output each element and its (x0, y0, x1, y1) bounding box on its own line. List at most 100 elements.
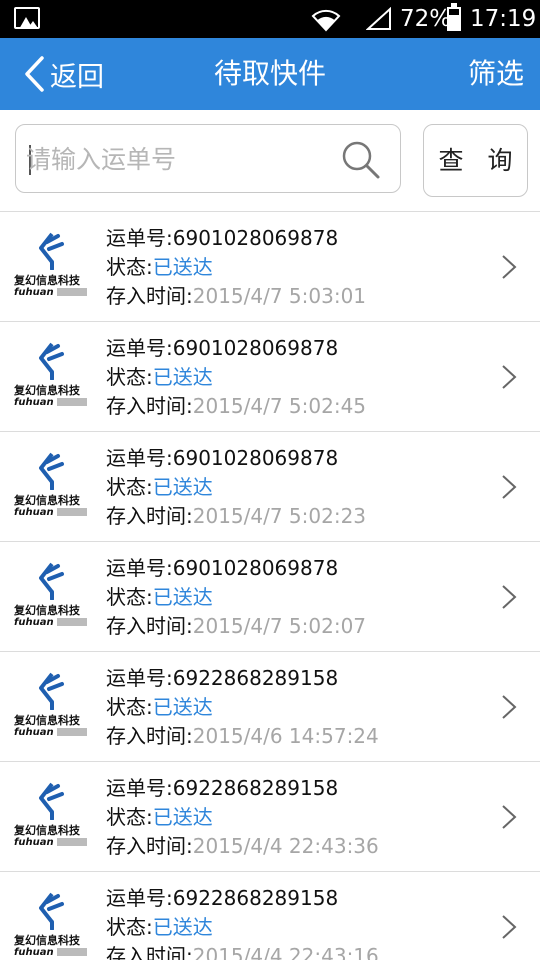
list-item[interactable]: 复幻信息科技 fuhuan 运单号:6901028069878 状态:已送达 存… (0, 431, 540, 541)
back-label: 返回 (50, 61, 104, 93)
brand-logo: 复幻信息科技 fuhuan (14, 782, 90, 852)
time-line: 存入时间:2015/4/7 5:03:01 (106, 284, 367, 308)
waybill-line: 运单号:6901028069878 (106, 336, 339, 360)
back-button[interactable]: 返回 (22, 38, 104, 110)
brand-name-en: fuhuan (14, 837, 90, 848)
brand-name-en: fuhuan (14, 507, 90, 518)
time-line: 存入时间:2015/4/6 14:57:24 (106, 724, 379, 748)
brand-name-cn: 复幻信息科技 (14, 934, 80, 947)
chevron-right-icon (502, 585, 517, 609)
list-item[interactable]: 复幻信息科技 fuhuan 运单号:6922868289158 状态:已送达 存… (0, 651, 540, 761)
list-item[interactable]: 复幻信息科技 fuhuan 运单号:6922868289158 状态:已送达 存… (0, 871, 540, 960)
status-value: 已送达 (152, 365, 213, 389)
brand-name-cn: 复幻信息科技 (14, 494, 80, 507)
query-button[interactable]: 查 询 (423, 124, 528, 197)
time-value: 2015/4/7 5:02:07 (192, 614, 367, 638)
clock: 17:19 (470, 6, 537, 32)
brand-logo: 复幻信息科技 fuhuan (14, 672, 90, 742)
brand-name-en: fuhuan (14, 727, 90, 738)
waybill-number: 6901028069878 (172, 446, 339, 470)
list-item[interactable]: 复幻信息科技 fuhuan 运单号:6901028069878 状态:已送达 存… (0, 211, 540, 321)
waybill-line: 运单号:6901028069878 (106, 226, 339, 250)
status-line: 状态:已送达 (106, 805, 213, 829)
status-line: 状态:已送达 (106, 695, 213, 719)
time-line: 存入时间:2015/4/4 22:43:36 (106, 834, 379, 858)
search-box (15, 124, 401, 193)
item-details: 运单号:6901028069878 状态:已送达 存入时间:2015/4/7 5… (106, 224, 366, 311)
chevron-right-icon (502, 365, 517, 389)
waybill-line: 运单号:6922868289158 (106, 886, 339, 910)
time-line: 存入时间:2015/4/7 5:02:45 (106, 394, 367, 418)
fuhuan-logo-icon (39, 232, 64, 270)
status-line: 状态:已送达 (106, 915, 213, 939)
search-icon[interactable] (341, 140, 381, 180)
brand-name-en: fuhuan (14, 617, 90, 628)
list-item[interactable]: 复幻信息科技 fuhuan 运单号:6922868289158 状态:已送达 存… (0, 761, 540, 871)
status-value: 已送达 (152, 915, 213, 939)
item-details: 运单号:6901028069878 状态:已送达 存入时间:2015/4/7 5… (106, 554, 366, 641)
item-details: 运单号:6901028069878 状态:已送达 存入时间:2015/4/7 5… (106, 444, 366, 531)
status-value: 已送达 (152, 585, 213, 609)
time-line: 存入时间:2015/4/4 22:43:16 (106, 942, 379, 960)
chevron-right-icon (502, 255, 517, 279)
status-line: 状态:已送达 (106, 475, 213, 499)
chevron-right-icon (502, 695, 517, 719)
status-line: 状态:已送达 (106, 585, 213, 609)
waybill-number: 6901028069878 (172, 226, 339, 250)
status-line: 状态:已送达 (106, 365, 213, 389)
brand-logo: 复幻信息科技 fuhuan (14, 342, 90, 412)
brand-logo: 复幻信息科技 fuhuan (14, 452, 90, 522)
battery-icon (447, 3, 461, 31)
status-line: 状态:已送达 (106, 255, 213, 279)
nav-bar: 返回 待取快件 筛选 (0, 38, 540, 110)
list-item[interactable]: 复幻信息科技 fuhuan 运单号:6901028069878 状态:已送达 存… (0, 321, 540, 431)
waybill-number: 6922868289158 (172, 666, 339, 690)
item-details: 运单号:6922868289158 状态:已送达 存入时间:2015/4/4 2… (106, 774, 379, 861)
waybill-number: 6922868289158 (172, 776, 339, 800)
waybill-number: 6922868289158 (172, 886, 339, 910)
time-value: 2015/4/6 14:57:24 (192, 724, 379, 748)
fuhuan-logo-icon (39, 672, 64, 710)
waybill-line: 运单号:6901028069878 (106, 556, 339, 580)
image-notification-icon (14, 7, 40, 29)
fuhuan-logo-icon (39, 782, 64, 820)
battery-percent: 72% (400, 6, 452, 32)
time-value: 2015/4/4 22:43:16 (192, 944, 379, 960)
brand-name-cn: 复幻信息科技 (14, 824, 80, 837)
brand-name-cn: 复幻信息科技 (14, 714, 80, 727)
parcel-list: 复幻信息科技 fuhuan 运单号:6901028069878 状态:已送达 存… (0, 211, 540, 960)
waybill-line: 运单号:6922868289158 (106, 776, 339, 800)
chevron-right-icon (502, 805, 517, 829)
brand-name-cn: 复幻信息科技 (14, 604, 80, 617)
time-value: 2015/4/7 5:02:45 (192, 394, 367, 418)
fuhuan-logo-icon (39, 562, 64, 600)
item-details: 运单号:6922868289158 状态:已送达 存入时间:2015/4/6 1… (106, 664, 379, 751)
status-bar: 72% 17:19 (0, 0, 540, 38)
item-details: 运单号:6901028069878 状态:已送达 存入时间:2015/4/7 5… (106, 334, 366, 421)
brand-name-en: fuhuan (14, 397, 90, 408)
brand-name-cn: 复幻信息科技 (14, 274, 80, 287)
status-value: 已送达 (152, 255, 213, 279)
brand-name-en: fuhuan (14, 287, 90, 298)
time-line: 存入时间:2015/4/7 5:02:07 (106, 614, 367, 638)
list-item[interactable]: 复幻信息科技 fuhuan 运单号:6901028069878 状态:已送达 存… (0, 541, 540, 651)
brand-name-en: fuhuan (14, 947, 90, 958)
filter-button[interactable]: 筛选 (468, 38, 524, 110)
chevron-left-icon (25, 56, 44, 92)
brand-logo: 复幻信息科技 fuhuan (14, 232, 90, 302)
fuhuan-logo-icon (39, 892, 64, 930)
brand-logo: 复幻信息科技 fuhuan (14, 562, 90, 632)
brand-logo: 复幻信息科技 fuhuan (14, 892, 90, 960)
time-value: 2015/4/7 5:03:01 (192, 284, 367, 308)
waybill-search-input[interactable] (26, 133, 336, 185)
waybill-line: 运单号:6901028069878 (106, 446, 339, 470)
fuhuan-logo-icon (39, 452, 64, 490)
item-details: 运单号:6922868289158 状态:已送达 存入时间:2015/4/4 2… (106, 884, 379, 960)
waybill-number: 6901028069878 (172, 556, 339, 580)
wifi-icon (311, 9, 341, 32)
brand-name-cn: 复幻信息科技 (14, 384, 80, 397)
chevron-right-icon (502, 915, 517, 939)
chevron-right-icon (502, 475, 517, 499)
status-value: 已送达 (152, 805, 213, 829)
fuhuan-logo-icon (39, 342, 64, 380)
